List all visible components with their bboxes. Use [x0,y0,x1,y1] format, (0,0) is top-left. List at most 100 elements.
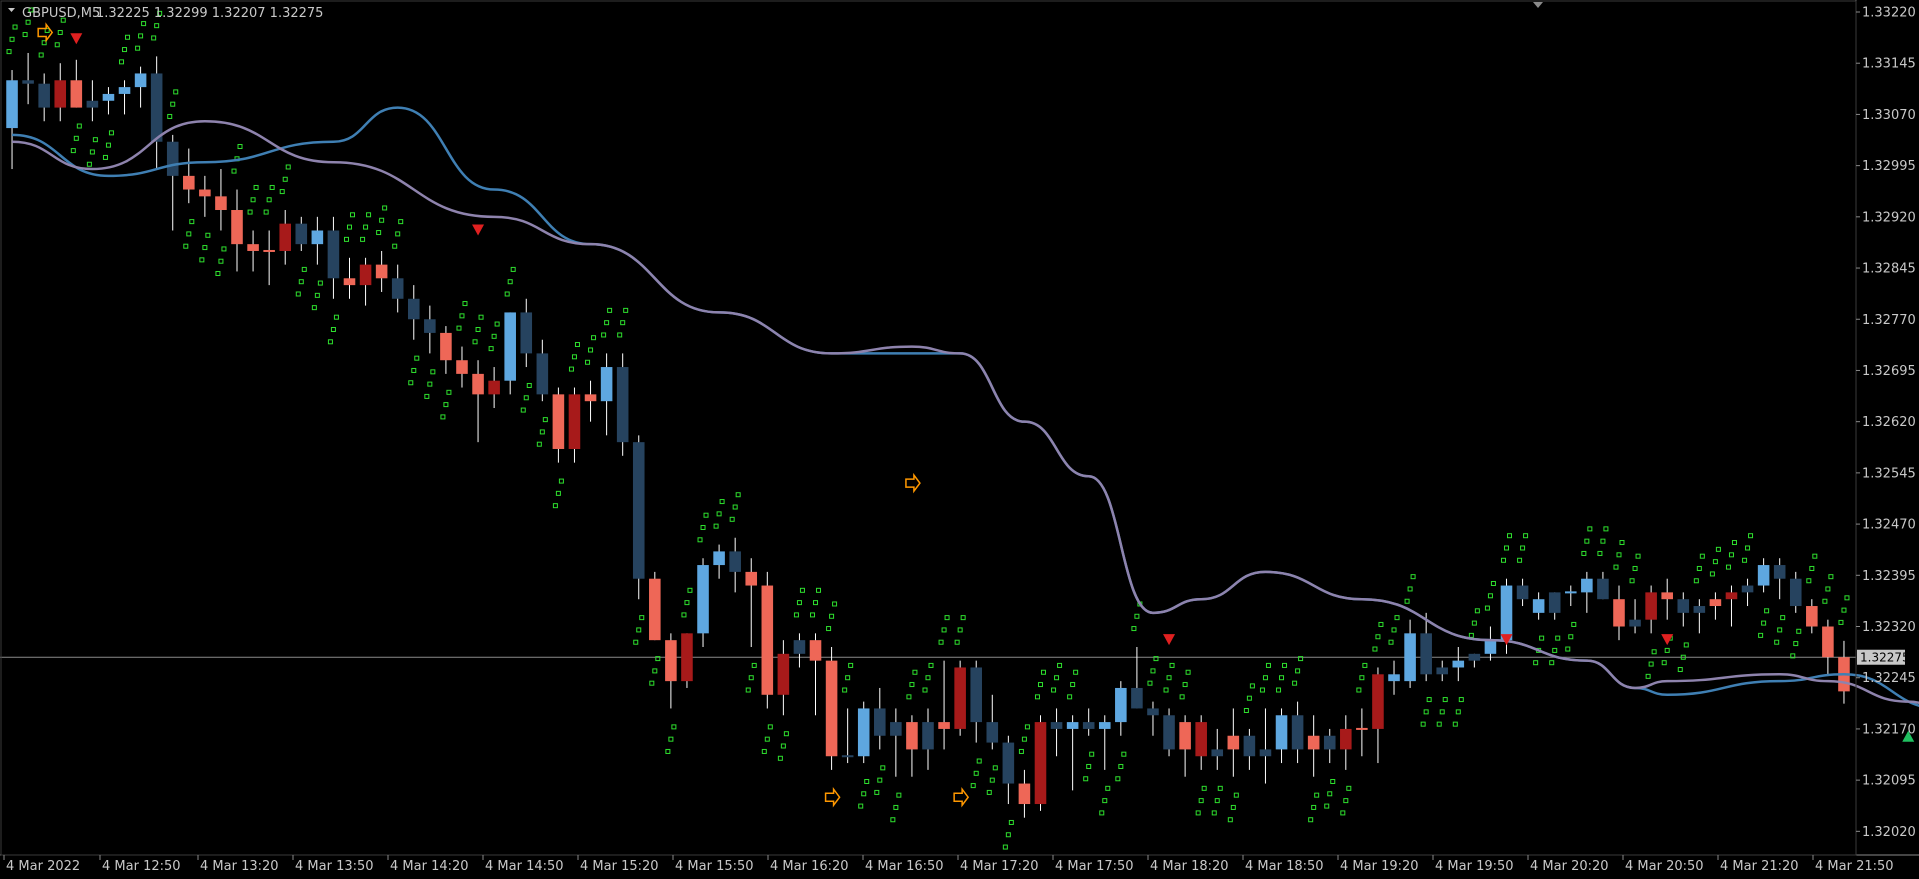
candle-body [1018,783,1031,805]
candle-body [472,373,484,395]
price-tick-label: 1.32395 [1862,569,1916,584]
time-tick-label: 4 Mar 15:20 [580,859,659,874]
candle-body [166,141,179,176]
price-tick-label: 1.32245 [1862,671,1916,686]
candle-body [1645,592,1657,620]
candle-body [761,585,774,695]
candle-body [504,312,516,381]
candle-body [118,87,131,94]
candle-body [215,196,227,211]
price-tick-label: 1.32095 [1862,774,1916,789]
candle [1163,708,1175,757]
time-tick-label: 4 Mar 17:20 [960,859,1039,874]
candle-body [375,264,388,279]
candle-body [954,667,966,729]
candle [857,701,870,764]
candle-body [1195,722,1207,757]
candle-body [857,708,870,757]
candle-body [681,633,693,682]
candle-body [552,394,565,449]
candle-body [632,442,645,579]
time-tick-label: 4 Mar 14:50 [485,859,564,874]
candle-body [488,380,500,395]
candle-body [1661,592,1673,600]
candle-body [456,360,468,374]
candle-body [199,189,211,197]
price-tick-label: 1.32170 [1862,722,1916,737]
candle-body [649,578,661,641]
price-tick-label: 1.33145 [1862,57,1916,72]
candle-body [327,230,340,279]
candle-body [1066,722,1079,729]
candle-body [1227,735,1240,750]
candle-body [1613,599,1625,627]
candle-body [1789,578,1802,607]
time-tick-label: 4 Mar 13:50 [295,859,374,874]
candle-body [424,319,436,333]
candle-body [600,367,613,402]
candle-body [1564,591,1577,594]
candle-body [1388,674,1400,682]
candle [649,571,661,641]
chart-header: GBPUSD,M5 1.32225 1.32299 1.32207 1.3227… [8,6,323,21]
candle-body [568,394,581,449]
price-chart[interactable]: 1.33220 1.33145 1.33070 1.32995 1.32920 1.328… [0,0,1919,875]
candle-body [1115,687,1127,723]
price-tick-label: 1.32770 [1862,313,1916,328]
candle-body [134,73,147,88]
candle [1034,715,1047,811]
price-tick-label: 1.32320 [1862,620,1916,635]
price-tick-label: 1.33220 [1862,6,1916,21]
candle-body [1372,674,1384,729]
candle-body [263,249,275,252]
candle-body [906,722,918,750]
candle-body [1757,565,1770,586]
candle-body [1259,749,1272,757]
candle-body [1420,633,1432,675]
candle-body [22,80,34,84]
candle-body [1581,578,1593,593]
candle-body [1773,565,1786,579]
candle-body [584,394,597,402]
candle-body [1131,687,1143,709]
candle-body [1275,715,1288,750]
price-tick-label: 1.32545 [1862,466,1916,481]
candle-body [1147,708,1159,716]
candle-body [1516,585,1529,600]
candle-body [343,278,356,286]
candle [825,646,838,770]
candle-body [391,278,404,299]
candle-body [841,755,854,758]
candle-body [440,332,452,361]
candle-body [231,210,243,245]
candle-body [809,640,822,661]
candle-body [777,653,790,695]
candle-body [1484,640,1497,654]
candle-body [890,722,902,736]
candle-body [1629,619,1641,627]
candle-body [1806,606,1818,627]
candle-body [616,367,629,443]
time-tick-label: 4 Mar 20:20 [1530,859,1609,874]
candle-body [970,667,982,723]
candle-body [1163,715,1175,750]
candle-body [1452,660,1465,668]
candle-body [729,551,741,572]
candle [616,353,629,456]
time-tick-label: 4 Mar 13:20 [200,859,279,874]
candle-body [1741,585,1754,593]
current-price-tag: 1.32275 [1857,649,1910,665]
candle-body [1677,599,1690,613]
chart-window[interactable]: 1.33220 1.33145 1.33070 1.32995 1.32920 1.328… [0,0,1919,875]
candle-body [1548,592,1561,613]
candle-body [1002,742,1015,784]
candle-body [70,80,83,108]
candle-body [1340,728,1352,750]
candle-body [713,551,725,566]
candle-body [1404,633,1416,682]
price-tick-label: 1.32695 [1862,364,1916,379]
price-tick-label: 1.32470 [1862,518,1916,533]
candle-body [1050,722,1063,729]
candle-body [1082,722,1095,729]
price-tick-label: 1.32620 [1862,415,1916,430]
